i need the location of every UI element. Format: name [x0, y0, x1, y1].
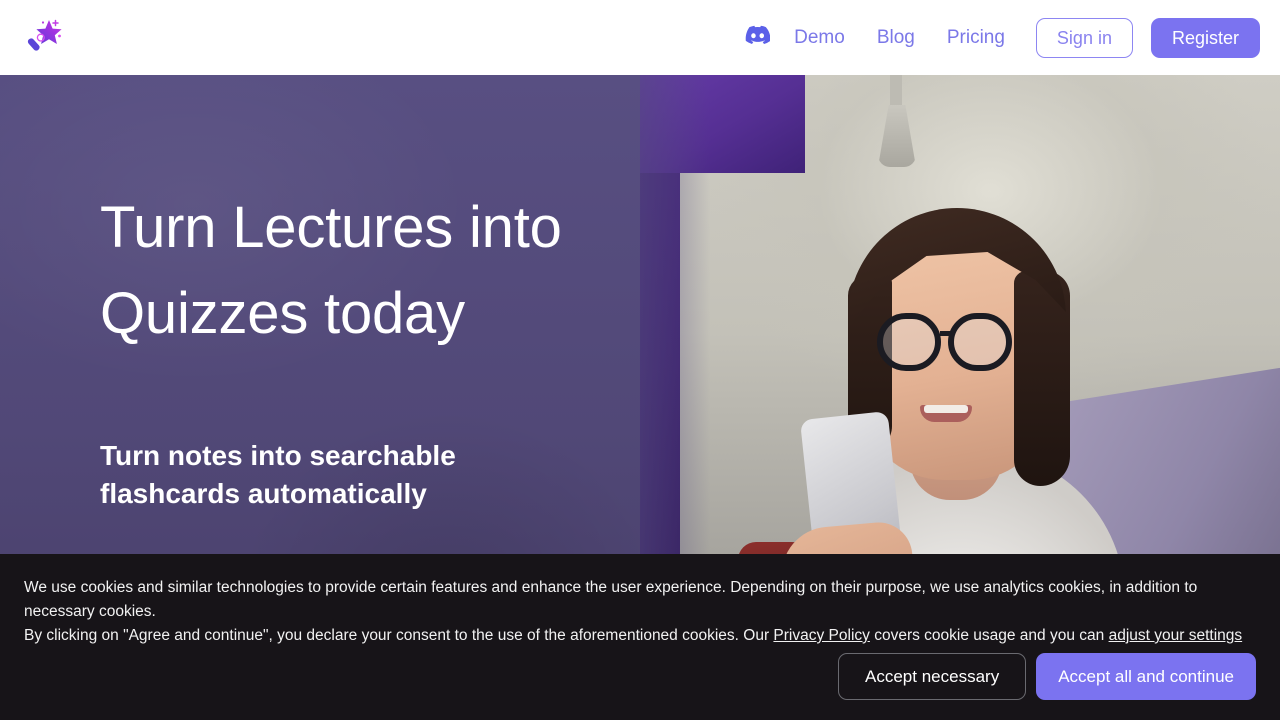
cookie-paragraph-2-part-2: covers cookie usage and you can — [869, 627, 1109, 644]
photo-person-teeth — [924, 405, 968, 413]
photo-glasses-bridge — [940, 331, 952, 336]
photo-glasses-left — [877, 313, 941, 371]
accept-necessary-button[interactable]: Accept necessary — [838, 653, 1027, 700]
hero-subtitle-line-1: Turn notes into searchable — [100, 440, 456, 471]
cookie-paragraph-2: By clicking on "Agree and continue", you… — [24, 624, 1256, 648]
header-nav: Demo Blog Pricing Sign in Register — [743, 0, 1260, 75]
landing-page: Demo Blog Pricing Sign in Register Turn … — [0, 0, 1280, 720]
privacy-policy-link[interactable]: Privacy Policy — [773, 627, 869, 644]
hero-subtitle: Turn notes into searchable flashcards au… — [100, 437, 520, 513]
site-header: Demo Blog Pricing Sign in Register — [0, 0, 1280, 75]
cookie-actions: Accept necessary Accept all and continue — [838, 653, 1256, 700]
nav-link-demo[interactable]: Demo — [794, 28, 845, 47]
cookie-text: We use cookies and similar technologies … — [24, 576, 1256, 648]
hero-subtitle-line-2: flashcards automatically — [100, 478, 427, 509]
adjust-settings-link[interactable]: adjust your settings — [1109, 627, 1243, 644]
cookie-consent-banner: We use cookies and similar technologies … — [0, 554, 1280, 720]
logo-link[interactable] — [22, 14, 68, 60]
nav-link-blog[interactable]: Blog — [877, 28, 915, 47]
hero-title: Turn Lectures into Quizzes today — [100, 185, 660, 357]
photo-lamp-shade — [878, 105, 916, 167]
cookie-paragraph-1: We use cookies and similar technologies … — [24, 579, 1198, 620]
hero-title-line-1: Turn Lectures into — [100, 195, 562, 260]
discord-icon — [743, 25, 771, 51]
discord-link[interactable] — [743, 25, 771, 51]
accept-all-button[interactable]: Accept all and continue — [1036, 653, 1256, 700]
magic-wand-star-icon — [25, 15, 65, 60]
register-button[interactable]: Register — [1150, 17, 1260, 58]
photo-glasses-right — [948, 313, 1012, 371]
sign-in-button[interactable]: Sign in — [1035, 17, 1133, 58]
cookie-paragraph-2-part-1: By clicking on "Agree and continue", you… — [24, 627, 774, 644]
hero-title-line-2: Quizzes today — [100, 281, 465, 346]
nav-link-pricing[interactable]: Pricing — [947, 28, 1005, 47]
